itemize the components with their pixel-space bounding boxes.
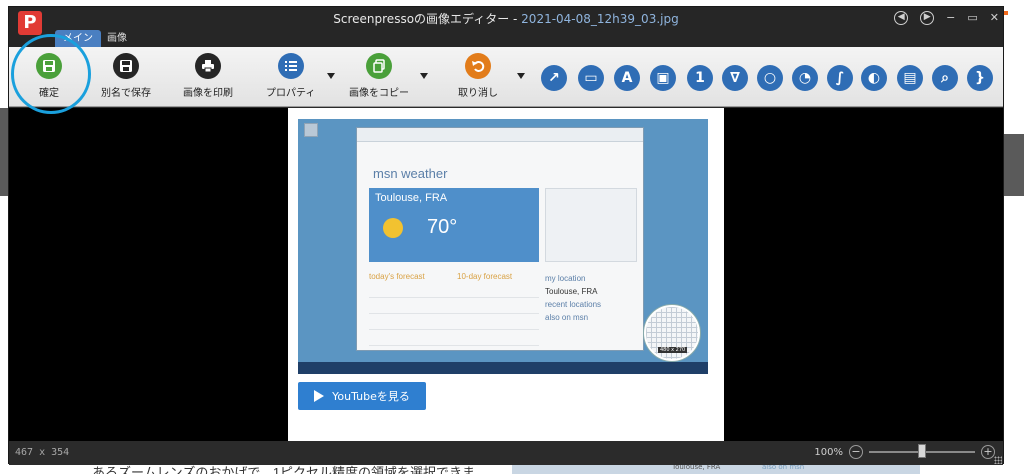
save-as-disk-icon xyxy=(113,53,139,79)
print-button[interactable]: 画像を印刷 xyxy=(183,53,233,99)
screenshot-today-forecast: today's forecast xyxy=(369,272,425,281)
properties-dropdown-icon[interactable] xyxy=(327,73,335,79)
window-title-filename: 2021-04-08_12h39_03.jpg xyxy=(521,12,679,26)
save-as-label: 別名で保存 xyxy=(101,88,151,99)
tab-image[interactable]: 画像 xyxy=(99,30,135,47)
resize-grip-icon[interactable] xyxy=(994,456,1002,464)
screenshot-taskbar xyxy=(298,362,708,374)
step-number-tool-icon[interactable]: 1 xyxy=(687,65,713,91)
properties-list-icon xyxy=(277,53,304,79)
youtube-button-label: YouTubeを見る xyxy=(332,390,410,403)
zoom-out-button[interactable]: − xyxy=(849,445,863,459)
freehand-tool-icon[interactable]: ∫ xyxy=(827,65,853,91)
screenshot-forecast-rows xyxy=(369,288,539,352)
printer-icon xyxy=(195,53,221,79)
screenshot-ad-panel xyxy=(545,188,637,262)
background-page-strip-left xyxy=(0,108,8,196)
image-tool-icon[interactable]: ▤ xyxy=(897,65,923,91)
screenshot-weather-panel: Toulouse, FRA 70° xyxy=(369,188,539,262)
screenshot-location-column: my location Toulouse, FRA recent locatio… xyxy=(545,272,601,324)
window-title: Screenpressoの画像エディター - 2021-04-08_12h39_… xyxy=(9,10,1003,27)
screenshot-temperature: 70° xyxy=(427,216,458,238)
screenshot-msn-brand: msn weather xyxy=(373,166,448,181)
ellipse-tool-icon[interactable]: ○ xyxy=(757,65,783,91)
window-controls: ◀ ▶ − ▭ ✕ xyxy=(894,10,999,26)
blur-tool-icon[interactable]: ◐ xyxy=(861,65,887,91)
properties-button[interactable]: プロパティ xyxy=(266,53,315,99)
brace-tool-icon[interactable]: } xyxy=(967,65,993,91)
forward-icon[interactable]: ▶ xyxy=(920,11,935,25)
close-button[interactable]: ✕ xyxy=(990,10,999,26)
undo-label: 取り消し xyxy=(458,88,498,99)
window-title-prefix: Screenpressoの画像エディター - xyxy=(333,12,518,26)
balloon-tool-icon[interactable]: ◔ xyxy=(792,65,818,91)
print-label: 画像を印刷 xyxy=(183,88,233,99)
youtube-button[interactable]: YouTubeを見る xyxy=(298,382,426,410)
copy-image-button[interactable]: 画像をコピー xyxy=(349,53,409,99)
zoom-control: 100% − + xyxy=(814,444,995,459)
undo-dropdown-icon[interactable] xyxy=(517,73,525,79)
confirm-highlight-circle xyxy=(11,34,91,114)
recycle-bin-icon xyxy=(304,123,318,137)
sun-icon xyxy=(383,218,403,238)
screenshot-also-on-msn: also on msn xyxy=(545,313,589,322)
properties-label: プロパティ xyxy=(266,88,316,99)
image-editor-window: Screenpressoの画像エディター - 2021-04-08_12h39_… xyxy=(8,6,1004,465)
screenshot-location-value: Toulouse, FRA xyxy=(545,287,598,296)
screenshot-desktop: msn weather Toulouse, FRA 70° today's fo… xyxy=(298,119,708,374)
text-tool-icon[interactable]: A xyxy=(614,65,640,91)
copy-icon xyxy=(366,53,392,79)
status-bar: 467 x 354 100% − + xyxy=(9,441,1003,465)
save-as-button[interactable]: 別名で保存 xyxy=(101,53,151,99)
arrow-tool-icon[interactable]: ↗ xyxy=(541,65,567,91)
rectangle-tool-icon[interactable]: ▭ xyxy=(578,65,604,91)
magnifier-tool-icon[interactable]: ⌕ xyxy=(932,65,958,91)
screenpresso-logo-icon[interactable]: P xyxy=(18,11,42,35)
screenshot-zoom-lens: 480 x 270 xyxy=(644,305,700,361)
screenshot-recent-locations: recent locations xyxy=(545,300,602,309)
undo-icon xyxy=(465,53,491,79)
desktop: あるズームレンズのおかげで、1ピクセル精度の領域を選択できま Toulouse,… xyxy=(0,0,1024,474)
screenshot-address-bar xyxy=(357,128,643,142)
ribbon-toolbar: 確定 別名で保存 画像を印刷 プロパティ 画像をコピー 取り消し ↗ ▭ A ▣… xyxy=(9,47,1003,107)
back-icon[interactable]: ◀ xyxy=(894,11,909,25)
screenshot-10day-forecast: 10-day forecast xyxy=(457,272,513,281)
edited-image[interactable]: msn weather Toulouse, FRA 70° today's fo… xyxy=(288,108,724,441)
screenshot-city: Toulouse, FRA xyxy=(375,192,448,204)
highlight-tool-icon[interactable]: ∇ xyxy=(722,65,748,91)
background-page-strip-right xyxy=(1004,134,1024,196)
image-dimensions: 467 x 354 xyxy=(15,447,70,458)
zoom-lens-size: 480 x 270 xyxy=(658,347,688,353)
zoom-in-button[interactable]: + xyxy=(981,445,995,459)
minimize-button[interactable]: − xyxy=(946,10,955,26)
zoom-level: 100% xyxy=(814,446,843,458)
zoom-slider-thumb[interactable] xyxy=(918,444,926,458)
callout-tool-icon[interactable]: ▣ xyxy=(650,65,676,91)
screenshot-browser-window: msn weather Toulouse, FRA 70° today's fo… xyxy=(356,127,644,351)
editor-canvas[interactable]: msn weather Toulouse, FRA 70° today's fo… xyxy=(9,108,1003,441)
background-page-decoration xyxy=(988,0,1018,15)
copy-image-label: 画像をコピー xyxy=(349,88,409,99)
play-icon xyxy=(314,390,325,402)
title-bar[interactable]: Screenpressoの画像エディター - 2021-04-08_12h39_… xyxy=(9,7,1003,29)
ribbon-tabs: メイン 画像 xyxy=(9,29,1003,47)
screenshot-my-location: my location xyxy=(545,274,586,283)
undo-button[interactable]: 取り消し xyxy=(458,53,498,99)
zoom-slider[interactable] xyxy=(869,444,975,458)
copy-dropdown-icon[interactable] xyxy=(420,73,428,79)
maximize-button[interactable]: ▭ xyxy=(967,10,977,26)
